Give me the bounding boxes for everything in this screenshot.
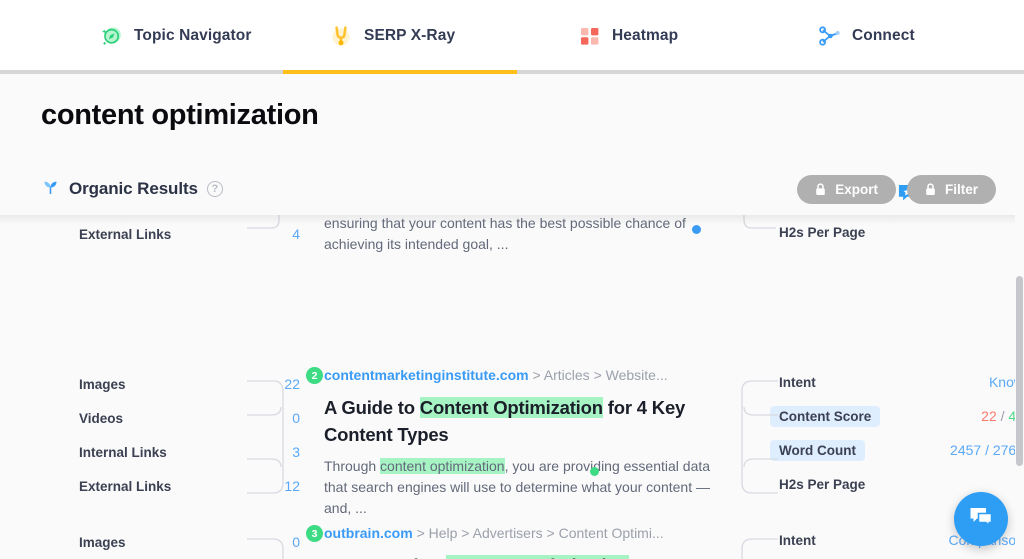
metric-row: Images 0 bbox=[79, 525, 300, 559]
metric-value: 4 bbox=[292, 226, 300, 242]
metric-row: Images 22 bbox=[79, 367, 300, 401]
organic-results-label: Organic Results bbox=[69, 179, 198, 198]
result-row[interactable]: Images 22 Videos 0 Internal Links 3 Exte… bbox=[0, 293, 1024, 516]
compass-icon bbox=[100, 24, 124, 48]
active-tab-indicator bbox=[283, 70, 517, 74]
rank-badge: 2 bbox=[306, 367, 323, 384]
scrollbar-gutter-top bbox=[1015, 74, 1024, 215]
tab-label: SERP X-Ray bbox=[364, 27, 456, 44]
metric-row: Videos 0 bbox=[79, 401, 300, 435]
result-left-metrics: Images 0 Videos 0 Internal Links 2 bbox=[0, 523, 300, 559]
title-text: 11 resonating bbox=[324, 555, 446, 559]
tab-connect[interactable]: Connect bbox=[818, 1, 915, 71]
sprout-icon bbox=[41, 177, 60, 201]
node-network-icon bbox=[818, 24, 842, 48]
metric-label: Internal Links bbox=[79, 444, 167, 460]
metric-value: 0 bbox=[292, 534, 300, 550]
organic-results-header: Organic Results ? bbox=[41, 177, 223, 201]
result-anchor-dot bbox=[590, 467, 599, 476]
metric-label: Images bbox=[79, 534, 126, 550]
score-current: 22 bbox=[981, 408, 997, 424]
scrollbar-thumb[interactable] bbox=[1016, 276, 1023, 466]
tab-heatmap[interactable]: Heatmap bbox=[578, 1, 678, 71]
metric-row: Intent Know bbox=[779, 365, 1024, 399]
tab-label: Heatmap bbox=[612, 27, 679, 44]
metric-label: Content Score bbox=[770, 405, 881, 427]
result-path: > Help > Advertisers > Content Optimi... bbox=[416, 525, 664, 541]
rank-badge: 3 bbox=[306, 525, 323, 542]
result-breadcrumb[interactable]: outbrain.com > Help > Advertisers > Cont… bbox=[324, 523, 720, 543]
title-keyword-highlight: Content Optimization bbox=[445, 555, 629, 559]
grid-squares-icon bbox=[578, 24, 602, 48]
metric-value: 2457 / 2768 bbox=[950, 442, 1024, 458]
chat-bubble-icon bbox=[968, 504, 994, 535]
tab-topic-navigator[interactable]: Topic Navigator bbox=[100, 1, 251, 71]
result-breadcrumb[interactable]: contentmarketinginstitute.com > Articles… bbox=[324, 365, 720, 385]
tab-serp-x-ray[interactable]: SERP X-Ray bbox=[330, 1, 455, 71]
result-path: > Articles > Website... bbox=[532, 367, 668, 383]
metric-label: Word Count bbox=[770, 439, 865, 461]
tuning-fork-icon bbox=[330, 24, 354, 48]
metric-label: External Links bbox=[79, 226, 172, 242]
filter-button[interactable]: Filter bbox=[906, 175, 996, 204]
result-title[interactable]: A Guide to Content Optimization for 4 Ke… bbox=[324, 394, 720, 448]
app-root: Topic Navigator SERP X-Ray Heatmap Conne… bbox=[0, 0, 1024, 559]
tab-label: Connect bbox=[852, 27, 915, 44]
result-title[interactable]: 11 resonating Content Optimization Strat… bbox=[324, 552, 720, 559]
metric-label: Intent bbox=[779, 374, 816, 390]
metric-label: Videos bbox=[79, 410, 124, 426]
result-row[interactable]: External Links 4 ensuring that your cont… bbox=[0, 215, 1024, 293]
metric-label: Images bbox=[79, 376, 126, 392]
metric-row: Word Count 2457 / 2768 bbox=[770, 433, 1024, 467]
page-header: content optimization ? bbox=[0, 74, 1024, 225]
metric-value: 0 bbox=[292, 410, 300, 426]
metric-row: Internal Links 3 bbox=[79, 435, 300, 469]
snippet-anchor-dot bbox=[692, 225, 701, 234]
header-actions: Export Filter bbox=[797, 175, 996, 204]
snippet-keyword-highlight: content optimization bbox=[380, 458, 505, 474]
question-circle-icon[interactable]: ? bbox=[206, 181, 223, 197]
title-text: A Guide to bbox=[324, 397, 420, 418]
page-title: content optimization bbox=[41, 99, 319, 131]
metric-label: Intent bbox=[779, 532, 816, 548]
top-tab-bar: Topic Navigator SERP X-Ray Heatmap Conne… bbox=[0, 0, 1024, 74]
filter-button-label: Filter bbox=[944, 182, 978, 197]
chat-widget-button[interactable] bbox=[954, 492, 1008, 546]
title-keyword-highlight: Content Optimization bbox=[419, 397, 603, 418]
lock-icon bbox=[925, 183, 936, 196]
organic-results-list[interactable]: External Links 4 ensuring that your cont… bbox=[0, 215, 1024, 559]
metric-value: 22 bbox=[284, 376, 300, 392]
result-content[interactable]: 3 outbrain.com > Help > Advertisers > Co… bbox=[300, 523, 720, 559]
export-button[interactable]: Export bbox=[797, 175, 896, 204]
metric-row: Content Score 22 / 41 bbox=[770, 399, 1024, 433]
lock-icon bbox=[815, 183, 826, 196]
result-row[interactable]: Images 0 Videos 0 Internal Links 2 bbox=[0, 478, 1024, 559]
metric-value: 3 bbox=[292, 444, 300, 460]
snippet-text: Through bbox=[324, 458, 381, 474]
result-domain[interactable]: contentmarketinginstitute.com bbox=[324, 367, 529, 383]
tab-label: Topic Navigator bbox=[134, 27, 252, 44]
result-domain[interactable]: outbrain.com bbox=[324, 525, 413, 541]
export-button-label: Export bbox=[835, 182, 878, 197]
